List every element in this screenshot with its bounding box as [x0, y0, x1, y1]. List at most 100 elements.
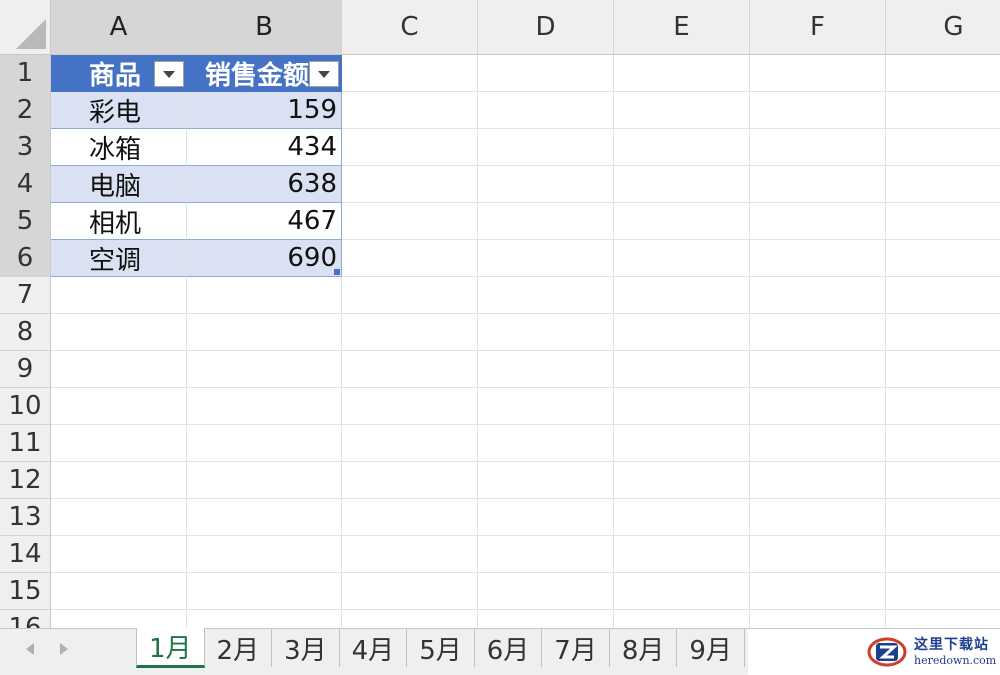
cell[interactable]: [750, 388, 886, 425]
cell[interactable]: [478, 610, 614, 628]
cell[interactable]: [886, 462, 1000, 499]
row-header-9[interactable]: 9: [0, 351, 50, 388]
cell[interactable]: [342, 240, 478, 277]
cell[interactable]: [614, 314, 750, 351]
cell[interactable]: [886, 240, 1000, 277]
sheet-tab-1[interactable]: 1月: [136, 628, 205, 668]
column-header-c[interactable]: C: [342, 0, 478, 54]
cell[interactable]: [750, 203, 886, 240]
cell[interactable]: [187, 277, 342, 314]
cell-a5[interactable]: 相机: [51, 203, 187, 240]
cell[interactable]: [886, 203, 1000, 240]
cell-b3[interactable]: 434: [187, 129, 342, 166]
cell[interactable]: [342, 129, 478, 166]
sheet-tab-3[interactable]: 3月: [272, 629, 340, 667]
cell[interactable]: [614, 499, 750, 536]
cell[interactable]: [478, 462, 614, 499]
cell[interactable]: [614, 92, 750, 129]
cell[interactable]: [614, 573, 750, 610]
cell[interactable]: [886, 499, 1000, 536]
cell[interactable]: [614, 203, 750, 240]
cell[interactable]: [750, 425, 886, 462]
cell-a2[interactable]: 彩电: [51, 92, 187, 129]
cell[interactable]: [614, 536, 750, 573]
cell-a3[interactable]: 冰箱: [51, 129, 187, 166]
cell[interactable]: [614, 388, 750, 425]
cell[interactable]: [750, 166, 886, 203]
cell[interactable]: [342, 573, 478, 610]
cell[interactable]: [51, 277, 187, 314]
cell[interactable]: [750, 462, 886, 499]
cell[interactable]: [51, 536, 187, 573]
cell[interactable]: [750, 610, 886, 628]
cell[interactable]: [342, 610, 478, 628]
cell[interactable]: [750, 314, 886, 351]
cell[interactable]: [51, 425, 187, 462]
column-header-a[interactable]: A: [51, 0, 187, 54]
cell[interactable]: [614, 55, 750, 92]
cell[interactable]: [886, 425, 1000, 462]
cell-a1[interactable]: 商品: [51, 55, 187, 92]
cell[interactable]: [51, 351, 187, 388]
row-header-3[interactable]: 3: [0, 129, 50, 166]
cell[interactable]: [478, 129, 614, 166]
cell[interactable]: [750, 277, 886, 314]
select-all-corner[interactable]: [0, 0, 51, 55]
cell[interactable]: [886, 314, 1000, 351]
cell[interactable]: [614, 129, 750, 166]
sheet-tab-6[interactable]: 6月: [475, 629, 543, 667]
cell-a4[interactable]: 电脑: [51, 166, 187, 203]
cell[interactable]: [342, 166, 478, 203]
row-header-8[interactable]: 8: [0, 314, 50, 351]
column-header-b[interactable]: B: [187, 0, 342, 54]
cell[interactable]: [478, 314, 614, 351]
cell[interactable]: [614, 166, 750, 203]
column-header-d[interactable]: D: [478, 0, 614, 54]
cell[interactable]: [886, 351, 1000, 388]
sheet-tab-2[interactable]: 2月: [205, 629, 273, 667]
cell-b2[interactable]: 159: [187, 92, 342, 129]
cell[interactable]: [886, 55, 1000, 92]
row-header-5[interactable]: 5: [0, 203, 50, 240]
cell[interactable]: [750, 351, 886, 388]
cell[interactable]: [342, 462, 478, 499]
row-header-11[interactable]: 11: [0, 425, 50, 462]
cell[interactable]: [187, 536, 342, 573]
cell-b4[interactable]: 638: [187, 166, 342, 203]
cell[interactable]: [342, 92, 478, 129]
row-header-6[interactable]: 6: [0, 240, 50, 277]
cell[interactable]: [614, 610, 750, 628]
sheet-tab-4[interactable]: 4月: [340, 629, 408, 667]
cell[interactable]: [614, 277, 750, 314]
cell[interactable]: [478, 203, 614, 240]
cell[interactable]: [342, 203, 478, 240]
cell-b1[interactable]: 销售金额: [187, 55, 342, 92]
cell[interactable]: [51, 610, 187, 628]
cell[interactable]: [478, 55, 614, 92]
cell[interactable]: [478, 166, 614, 203]
cell[interactable]: [187, 573, 342, 610]
cell[interactable]: [478, 425, 614, 462]
cell[interactable]: [750, 129, 886, 166]
cell[interactable]: [886, 388, 1000, 425]
cell[interactable]: [614, 462, 750, 499]
filter-dropdown-button[interactable]: [309, 61, 339, 87]
column-header-e[interactable]: E: [614, 0, 750, 54]
cell[interactable]: [614, 240, 750, 277]
cell[interactable]: [750, 573, 886, 610]
cell[interactable]: [187, 351, 342, 388]
row-header-1[interactable]: 1: [0, 55, 50, 92]
cell[interactable]: [187, 610, 342, 628]
cell[interactable]: [886, 166, 1000, 203]
cell[interactable]: [478, 388, 614, 425]
cell[interactable]: [886, 277, 1000, 314]
cell[interactable]: [614, 351, 750, 388]
cell[interactable]: [750, 92, 886, 129]
row-header-10[interactable]: 10: [0, 388, 50, 425]
cell[interactable]: [478, 277, 614, 314]
row-header-7[interactable]: 7: [0, 277, 50, 314]
row-header-2[interactable]: 2: [0, 92, 50, 129]
cell[interactable]: [187, 462, 342, 499]
cell[interactable]: [478, 351, 614, 388]
sheet-tab-8[interactable]: 8月: [610, 629, 678, 667]
